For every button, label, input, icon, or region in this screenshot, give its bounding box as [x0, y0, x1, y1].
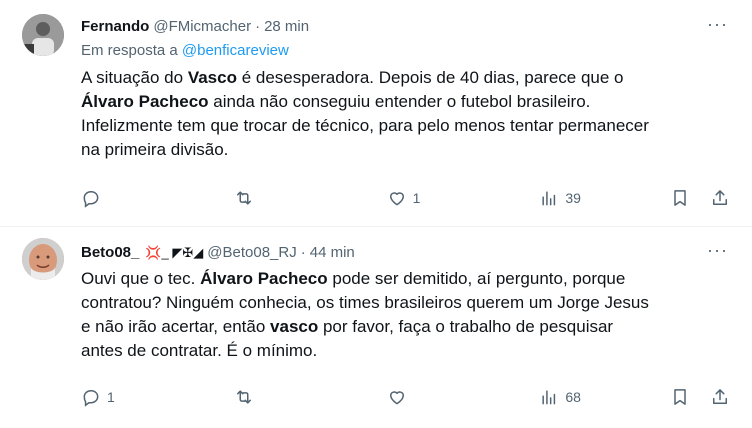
share-button[interactable]: [710, 387, 730, 407]
like-button[interactable]: 1: [387, 188, 427, 208]
tweet[interactable]: Beto08_ 💢_ ◤✠◢ @Beto08_RJ · 44 min Ouvi …: [0, 227, 752, 428]
views-icon: [542, 390, 556, 405]
views-button[interactable]: 68: [539, 387, 581, 407]
retweet-icon: [236, 191, 251, 205]
text-segment: Ouvi que o tec.: [81, 269, 201, 288]
display-name[interactable]: Fernando: [81, 17, 149, 37]
avatar[interactable]: [22, 14, 64, 56]
bookmark-button[interactable]: [670, 188, 690, 208]
bookmark-button[interactable]: [670, 387, 690, 407]
reply-button[interactable]: 1: [81, 387, 121, 407]
more-options-button[interactable]: ···: [707, 15, 728, 33]
retweet-icon: [236, 390, 251, 404]
reply-icon: [83, 191, 99, 208]
retweet-button[interactable]: [234, 188, 274, 208]
tweet-text: A situação do Vasco é desesperadora. Dep…: [81, 66, 732, 162]
avatar[interactable]: [22, 238, 64, 280]
timestamp[interactable]: 28 min: [264, 17, 309, 37]
user-handle[interactable]: @FMicmacher: [153, 17, 251, 37]
views-button[interactable]: 39: [539, 188, 581, 208]
share-icon: [713, 389, 727, 404]
reply-button[interactable]: [81, 188, 121, 208]
text-segment: A situação do: [81, 68, 188, 87]
views-count: 68: [565, 389, 581, 405]
text-segment: é desesperadora. Depois de 40 dias, pare…: [241, 68, 624, 87]
like-count: 1: [412, 190, 421, 206]
separator-dot: ·: [300, 244, 306, 261]
tweet[interactable]: Fernando @FMicmacher · 28 min Em respost…: [0, 0, 752, 227]
avatar-photo-icon: [22, 238, 64, 280]
views-count: 39: [565, 190, 581, 206]
user-handle[interactable]: @Beto08_RJ: [207, 243, 296, 263]
like-button[interactable]: [387, 387, 427, 407]
heart-icon: [389, 192, 404, 206]
text-bold: vasco: [270, 317, 319, 336]
share-button[interactable]: [710, 188, 730, 208]
name-emoji-badges: 💢_ ◤✠◢: [145, 245, 204, 260]
action-bar: 1 39: [81, 188, 730, 208]
avatar-photo-icon: [22, 14, 64, 56]
reply-handle-link[interactable]: @benficareview: [182, 42, 289, 59]
separator-dot: ·: [255, 18, 261, 35]
display-name[interactable]: Beto08_: [81, 243, 139, 263]
heart-icon: [389, 391, 404, 405]
timestamp[interactable]: 44 min: [310, 243, 355, 263]
more-options-button[interactable]: ···: [707, 241, 728, 259]
reply-count: 1: [107, 389, 115, 405]
share-icon: [713, 190, 727, 205]
bookmark-icon: [674, 190, 686, 206]
tweet-text: Ouvi que o tec. Álvaro Pacheco pode ser …: [81, 267, 732, 363]
reply-icon: [83, 390, 99, 407]
text-bold: Álvaro Pacheco: [81, 92, 209, 111]
action-bar: 1 68: [81, 387, 730, 407]
text-bold: Vasco: [187, 68, 237, 87]
retweet-button[interactable]: [234, 387, 274, 407]
reply-prefix: Em resposta a: [81, 42, 182, 59]
bookmark-icon: [674, 389, 686, 405]
views-icon: [542, 191, 556, 206]
reply-context: Em resposta a @benficareview: [81, 41, 732, 61]
text-bold: Álvaro Pacheco: [200, 269, 328, 288]
